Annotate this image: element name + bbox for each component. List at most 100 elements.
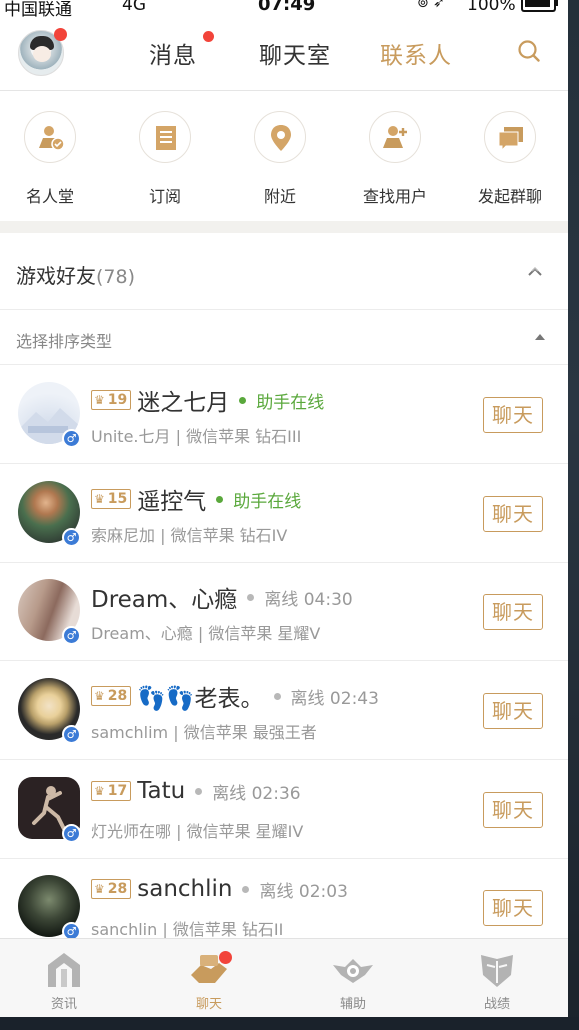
battery-percent: 100%	[467, 0, 516, 15]
news-icon	[19, 947, 109, 991]
friend-name: sanchlin	[137, 876, 233, 902]
level-number: 28	[107, 881, 128, 897]
offline-dot	[247, 593, 255, 601]
sort-triangle-icon	[535, 334, 545, 340]
online-dot	[216, 495, 224, 503]
tab-contacts[interactable]: 联系人	[380, 36, 452, 70]
sort-label: 选择排序类型	[16, 332, 113, 351]
online-dot	[239, 396, 247, 404]
action-nearby[interactable]: 附近	[230, 111, 330, 207]
list-item[interactable]: ♂ ♛ 15 遥控气 助手在线 索麻尼加 | 微信苹果 钻石IV 聊天	[0, 464, 568, 563]
action-group-chat[interactable]: 发起群聊	[460, 111, 560, 207]
section-title: 游戏好友(78)	[16, 260, 135, 289]
quick-actions: 名人堂 订阅 附近 查找用户 发起群聊	[0, 91, 568, 221]
crown-icon: ♛	[94, 393, 105, 407]
group-chat-icon	[484, 111, 536, 163]
friend-title-line: ♛ 28 👣👣老表。 离线 02:43	[91, 679, 379, 712]
level-number: 15	[107, 491, 128, 507]
friend-subtitle: samchlim | 微信苹果 最强王者	[91, 723, 317, 742]
level-badge: ♛ 17	[91, 781, 132, 801]
action-label: 订阅	[148, 187, 181, 206]
sort-type-selector[interactable]: 选择排序类型	[0, 310, 568, 365]
male-icon: ♂	[62, 725, 81, 744]
tab-assist[interactable]: 辅助	[308, 947, 398, 1012]
friend-subtitle: sanchlin | 微信苹果 钻石II	[91, 920, 284, 939]
friend-title-line: ♛ 17 Tatu 离线 02:36	[91, 778, 301, 808]
chat-hands-icon	[164, 947, 254, 991]
action-label: 名人堂	[25, 187, 74, 206]
list-item[interactable]: ♂ ♛ 28 👣👣老表。 离线 02:43 samchlim | 微信苹果 最强王者 …	[0, 661, 568, 760]
level-number: 28	[107, 688, 128, 704]
network-label: 4G	[122, 0, 146, 15]
offline-dot	[195, 787, 203, 795]
action-label: 查找用户	[362, 187, 427, 206]
tab-messages[interactable]: 消息	[149, 36, 197, 70]
battery-icon	[521, 0, 556, 12]
chat-button[interactable]: 聊天	[483, 693, 543, 729]
status-bar: 中国联通 4G 07:49 ⊚ ➶ 100%	[0, 0, 568, 20]
subscribe-icon	[139, 111, 191, 163]
list-item[interactable]: ♂ ♛ 17 Tatu 离线 02:36 灯光师在哪 | 微信苹果 星耀IV 聊天	[0, 760, 568, 859]
background-edge-bottom	[0, 1017, 579, 1030]
action-label: 发起群聊	[477, 187, 542, 206]
tab-label: 聊天	[195, 997, 222, 1012]
background-edge-right	[568, 0, 579, 1030]
chat-button[interactable]: 聊天	[483, 890, 543, 926]
tab-label: 战绩	[483, 997, 510, 1012]
friend-status: 离线 02:36	[212, 783, 301, 804]
chat-button[interactable]: 聊天	[483, 594, 543, 630]
list-item[interactable]: ♂ ♛ 19 迷之七月 助手在线 Unite.七月 | 微信苹果 钻石III 聊天	[0, 365, 568, 464]
friend-name: Dream、心瘾	[91, 587, 238, 613]
messages-notification-dot	[203, 31, 214, 42]
chat-button[interactable]: 聊天	[483, 792, 543, 828]
male-icon: ♂	[62, 429, 81, 448]
tab-chatroom[interactable]: 聊天室	[259, 36, 331, 70]
search-icon[interactable]	[518, 40, 540, 62]
friend-name: Tatu	[137, 778, 186, 804]
friend-status: 助手在线	[233, 491, 302, 512]
chat-button[interactable]: 聊天	[483, 496, 543, 532]
avatar-notification-dot	[54, 28, 67, 41]
tab-label: 资讯	[50, 997, 77, 1012]
friend-subtitle: 索麻尼加 | 微信苹果 钻石IV	[91, 526, 288, 545]
action-label: 附近	[263, 187, 296, 206]
bottom-tab-bar: 资讯 聊天 辅助 战绩	[0, 938, 568, 1017]
tab-news[interactable]: 资讯	[19, 947, 109, 1012]
battery-tip	[555, 0, 558, 6]
friends-section-header[interactable]: 游戏好友(78)	[0, 233, 568, 310]
friend-name: 迷之七月	[137, 390, 230, 416]
list-item[interactable]: ♂ Dream、心瘾 离线 04:30 Dream、心瘾 | 微信苹果 星耀V 聊…	[0, 562, 568, 661]
add-user-icon	[369, 111, 421, 163]
offline-dot	[242, 885, 250, 893]
action-hall-of-fame[interactable]: 名人堂	[0, 111, 100, 207]
level-badge: ♛ 28	[91, 686, 132, 706]
friend-subtitle: 灯光师在哪 | 微信苹果 星耀IV	[91, 822, 304, 841]
crown-icon: ♛	[94, 689, 105, 703]
section-title-text: 游戏好友	[16, 264, 96, 288]
action-subscribe[interactable]: 订阅	[115, 111, 215, 207]
level-number: 19	[107, 392, 128, 408]
level-badge: ♛ 19	[91, 390, 132, 410]
friend-title-line: ♛ 19 迷之七月 助手在线	[91, 383, 325, 416]
male-icon: ♂	[62, 528, 81, 547]
friend-status: 离线 02:43	[290, 688, 379, 709]
offline-dot	[273, 692, 281, 700]
friend-subtitle: Dream、心瘾 | 微信苹果 星耀V	[91, 624, 321, 643]
friend-status: 离线 04:30	[264, 589, 353, 610]
friend-subtitle: Unite.七月 | 微信苹果 钻石III	[91, 427, 302, 446]
tab-label: 辅助	[339, 997, 366, 1012]
crown-icon: ♛	[94, 882, 105, 896]
male-icon: ♂	[62, 626, 81, 645]
collapse-chevron-icon[interactable]	[528, 266, 542, 276]
friend-title-line: ♛ 15 遥控气 助手在线	[91, 482, 302, 515]
hall-of-fame-icon	[24, 111, 76, 163]
friend-status: 离线 02:03	[259, 881, 348, 902]
location-icon: ⊚ ➶	[417, 0, 445, 11]
chat-button[interactable]: 聊天	[483, 397, 543, 433]
tab-chat[interactable]: 聊天	[164, 947, 254, 1012]
friend-title-line: ♛ 28 sanchlin 离线 02:03	[91, 876, 348, 906]
friend-status: 助手在线	[256, 392, 325, 413]
tab-record[interactable]: 战绩	[452, 947, 542, 1012]
crown-icon: ♛	[94, 492, 105, 506]
action-find-user[interactable]: 查找用户	[345, 111, 445, 207]
